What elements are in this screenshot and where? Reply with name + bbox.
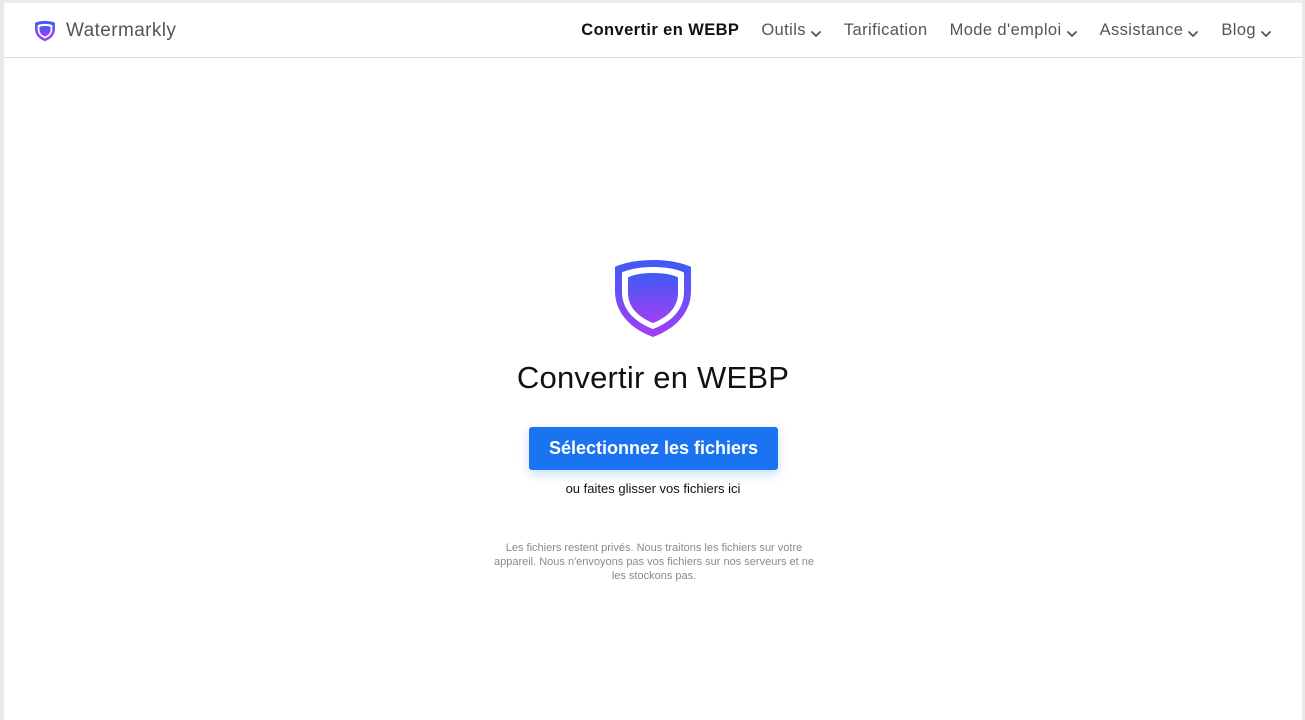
privacy-note: Les fichiers restent privés. Nous traito… (493, 542, 815, 582)
brand-link[interactable]: Watermarkly (34, 3, 176, 58)
chevron-down-icon (1260, 26, 1272, 38)
nav-item-label: Assistance (1099, 21, 1184, 39)
nav-item-label: Tarification (843, 21, 928, 39)
nav-item-label: Mode d'emploi (949, 21, 1062, 39)
shield-icon (34, 20, 56, 42)
select-files-button[interactable]: Sélectionnez les fichiers (529, 427, 778, 470)
brand-name: Watermarkly (66, 19, 177, 41)
nav-item-blog[interactable]: Blog (1221, 21, 1272, 40)
nav-item-pricing[interactable]: Tarification (844, 21, 928, 40)
nav-item-support[interactable]: Assistance (1100, 21, 1200, 40)
nav-item-label: Outils (761, 21, 806, 39)
nav-item-label: Convertir en WEBP (581, 21, 740, 39)
nav-item-tools[interactable]: Outils (761, 21, 822, 40)
chevron-down-icon (1187, 26, 1199, 38)
site-header: Watermarkly Convertir en WEBP Outils Tar… (4, 3, 1302, 58)
drop-hint: ou faites glisser vos fichiers ici (565, 481, 741, 496)
page-title: Convertir en WEBP (516, 360, 790, 395)
nav-item-how-to[interactable]: Mode d'emploi (950, 21, 1078, 40)
nav-item-convert-webp[interactable]: Convertir en WEBP (581, 21, 739, 40)
chevron-down-icon (1066, 26, 1078, 38)
chevron-down-icon (810, 26, 822, 38)
main-content[interactable]: Convertir en WEBP Sélectionnez les fichi… (4, 59, 1302, 720)
nav-item-label: Blog (1221, 21, 1256, 39)
main-nav: Convertir en WEBP Outils Tarification Mo… (581, 3, 1272, 58)
shield-icon (611, 257, 695, 339)
